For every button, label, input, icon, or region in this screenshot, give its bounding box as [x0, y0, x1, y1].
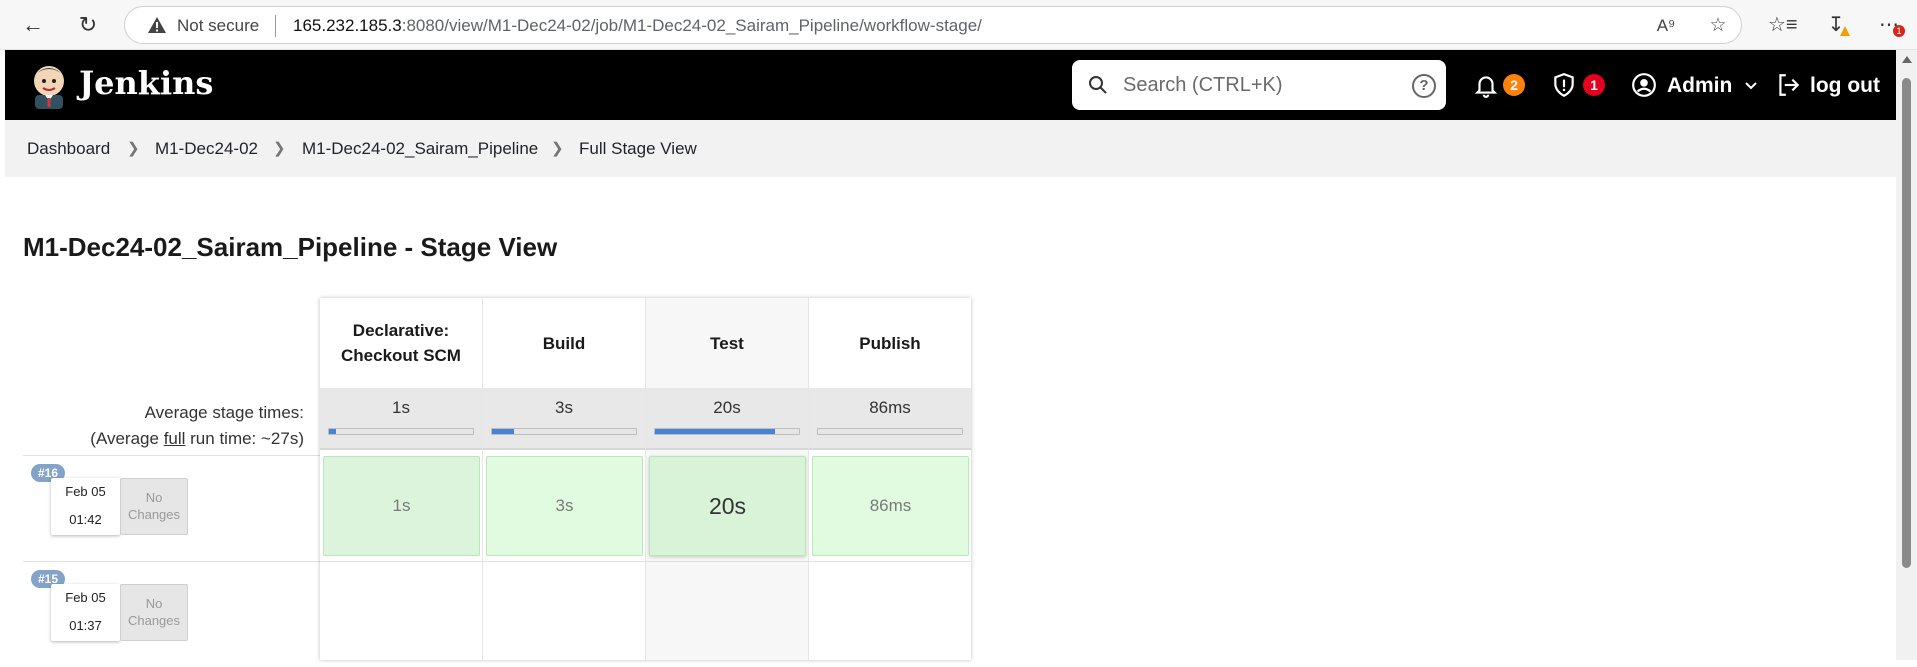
stage-average-bar [654, 428, 800, 435]
average-stage-times: Average stage times: [144, 403, 304, 422]
stage-average: 1s [320, 388, 482, 450]
breadcrumb-current[interactable]: Full Stage View [579, 139, 697, 159]
stage-duration: 1s [392, 496, 411, 515]
avg-suffix: run time: ~27s) [185, 429, 304, 448]
search-input[interactable]: Search (CTRL+K) [1123, 74, 1283, 97]
stage-cell-success[interactable]: 86ms [812, 456, 969, 556]
stage-header: Publish [859, 333, 921, 353]
column-divider [645, 298, 646, 660]
chevron-right-icon: ❯ [551, 140, 564, 157]
build-changes[interactable]: No Changes [120, 478, 188, 535]
warning-icon [148, 17, 166, 33]
page-title: M1-Dec24-02_Sairam_Pipeline - Stage View [23, 232, 558, 262]
user-name: Admin [1667, 74, 1733, 97]
stage-average: 3s [483, 388, 645, 450]
build-date: Feb 05 [65, 484, 106, 499]
column-divider [482, 298, 483, 660]
stage-column-build: Build 3s 3s [483, 298, 645, 660]
download-warning-icon [1840, 26, 1850, 36]
stage-header: Build [542, 333, 586, 353]
stage-average-bar [491, 428, 637, 435]
stage-header: Declarative: Checkout SCM [341, 321, 461, 365]
build-row-16: #16 Feb 05 01:42 No Changes [23, 456, 320, 561]
security-badge: 1 [1583, 74, 1605, 96]
shield-icon [1554, 73, 1574, 98]
read-aloud-icon[interactable]: A⁹ [1655, 15, 1677, 37]
favorites-list-icon[interactable]: ☆≡ [1768, 12, 1798, 38]
breadcrumb: Dashboard ❯ M1-Dec24-02 ❯ M1-Dec24-02_Sa… [5, 120, 1896, 177]
build-date: Feb 05 [65, 590, 106, 605]
address-divider [275, 15, 276, 37]
stage-average-value: 20s [713, 398, 741, 417]
chevron-right-icon: ❯ [127, 140, 140, 157]
stage-duration: 3s [555, 496, 574, 515]
build-date-card[interactable]: Feb 05 01:42 [51, 478, 120, 535]
stage-view-table: Average stage times: (Average full run t… [23, 298, 973, 660]
jenkins-logo-icon[interactable] [27, 61, 71, 109]
stage-average-value: 1s [392, 398, 410, 417]
stage-column-test: Test 20s 20s [646, 298, 808, 660]
bell-icon [1474, 76, 1498, 98]
jenkins-header: Jenkins Search (CTRL+K) ? 2 1 Admin log … [5, 50, 1896, 120]
url-path: :8080/view/M1-Dec24-02/job/M1-Dec24-02_S… [401, 16, 982, 35]
chevron-down-icon [1745, 82, 1757, 90]
stage-average-bar-fill [492, 429, 514, 434]
stage-cell-success[interactable]: 20s [649, 456, 806, 556]
vertical-scrollbar[interactable] [1896, 50, 1917, 660]
average-times-label: Average stage times: (Average full run t… [23, 400, 304, 452]
not-secure-label: Not secure [177, 16, 260, 35]
address-bar[interactable]: Not secure 165.232.185.3:8080/view/M1-De… [124, 6, 1742, 44]
user-icon [1632, 73, 1656, 97]
stage-average-bar [817, 428, 963, 435]
row-divider [320, 561, 971, 562]
breadcrumb-view[interactable]: M1-Dec24-02 [155, 139, 258, 159]
build-date-card[interactable]: Feb 05 01:37 [51, 584, 120, 641]
stage-average: 20s [646, 388, 808, 450]
stage-average-bar [328, 428, 474, 435]
build-time: 01:42 [69, 512, 102, 527]
stage-duration: 20s [708, 492, 747, 519]
search-icon [1089, 76, 1107, 94]
breadcrumb-dashboard[interactable]: Dashboard [27, 139, 110, 159]
notifications-badge: 2 [1503, 74, 1525, 96]
stage-column-checkout: Declarative: Checkout SCM 1s 1s [320, 298, 482, 660]
url-host: 165.232.185.3 [293, 16, 402, 35]
scrollbar-thumb[interactable] [1902, 78, 1911, 568]
stage-average-value: 86ms [869, 398, 911, 417]
stage-header: Test [710, 333, 744, 353]
back-arrow-icon[interactable]: ← [20, 12, 46, 38]
stage-average-bar-fill [329, 429, 337, 434]
url-text[interactable]: 165.232.185.3:8080/view/M1-Dec24-02/job/… [293, 16, 982, 36]
stage-average-bar-fill [655, 429, 775, 434]
logout-label: log out [1810, 74, 1880, 97]
avg-prefix: (Average [90, 429, 164, 448]
build-row-15: #15 Feb 05 01:37 No Changes [23, 562, 320, 667]
jenkins-brand[interactable]: Jenkins [79, 64, 213, 102]
help-icon[interactable]: ? [1412, 74, 1436, 98]
refresh-icon[interactable]: ↻ [75, 12, 101, 38]
stage-average: 86ms [809, 388, 971, 450]
search-box[interactable]: Search (CTRL+K) ? [1072, 60, 1446, 110]
stage-duration: 86ms [869, 496, 912, 515]
average-full-run-time: (Average full run time: ~27s) [23, 426, 304, 452]
stage-columns: Declarative: Checkout SCM 1s 1s Build 3s… [320, 298, 971, 660]
breadcrumb-job[interactable]: M1-Dec24-02_Sairam_Pipeline [302, 139, 538, 159]
stage-column-publish: Publish 86ms 86ms [809, 298, 971, 660]
chevron-right-icon: ❯ [273, 140, 286, 157]
build-changes[interactable]: No Changes [120, 584, 188, 641]
more-menu-badge: 1 [1893, 25, 1905, 37]
build-time: 01:37 [69, 618, 102, 633]
column-divider [808, 298, 809, 660]
stage-cell-success[interactable]: 1s [323, 456, 480, 556]
favorite-star-icon[interactable]: ☆ [1707, 15, 1729, 37]
full-run-link[interactable]: full [164, 429, 186, 448]
stage-average-value: 3s [555, 398, 573, 417]
logout-icon [1779, 74, 1800, 96]
stage-cell-success[interactable]: 3s [486, 456, 643, 556]
browser-toolbar: ← ↻ Not secure 165.232.185.3:8080/view/M… [0, 0, 1917, 50]
scroll-up-icon[interactable] [1902, 56, 1912, 63]
